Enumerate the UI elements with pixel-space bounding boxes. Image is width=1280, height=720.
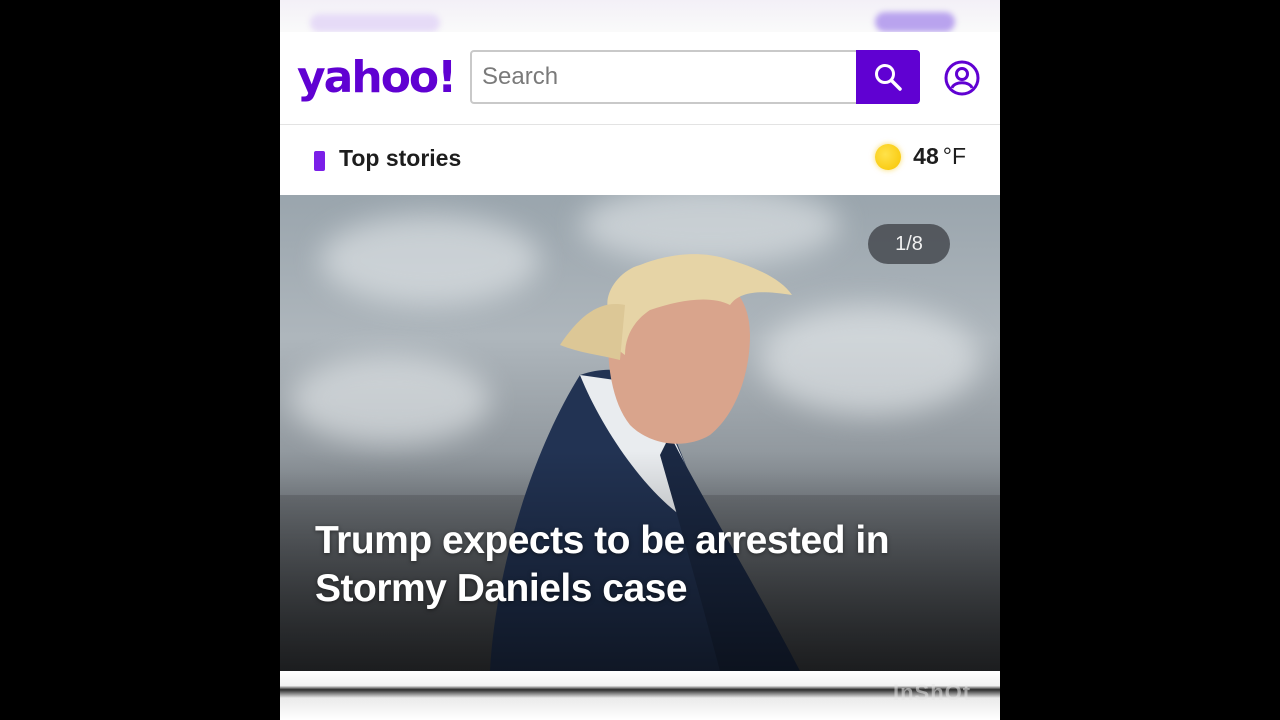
section-marker (314, 151, 325, 171)
section-header: Top stories 48 °F (280, 125, 1000, 195)
next-card-edge (280, 671, 1000, 720)
search-button[interactable] (856, 50, 920, 104)
phone-screen: yahoo! Top stories 48 °F (280, 0, 1000, 720)
temperature-unit: °F (942, 143, 966, 169)
story-headline[interactable]: Trump expects to be arrested in Stormy D… (315, 517, 965, 613)
account-icon[interactable] (944, 60, 980, 96)
site-header: yahoo! (280, 32, 1000, 125)
headline-line-2: Stormy Daniels case (315, 567, 688, 610)
temperature-value: 48 (913, 143, 939, 169)
section-title: Top stories (339, 145, 462, 171)
inshot-watermark: InShOt (893, 680, 972, 705)
search-icon (875, 64, 902, 91)
sun-icon (875, 143, 902, 170)
slide-counter: 1/8 (868, 224, 950, 264)
search-bar (470, 50, 920, 104)
headline-line-1: Trump expects to be arrested in (315, 519, 890, 562)
top-story-card[interactable]: 1/8 Trump expects to be arrested in Stor… (280, 195, 1000, 671)
weather-widget[interactable]: 48 °F (875, 143, 966, 170)
search-input[interactable] (472, 52, 858, 102)
status-strip (280, 0, 1000, 32)
yahoo-logo[interactable]: yahoo! (297, 50, 457, 106)
